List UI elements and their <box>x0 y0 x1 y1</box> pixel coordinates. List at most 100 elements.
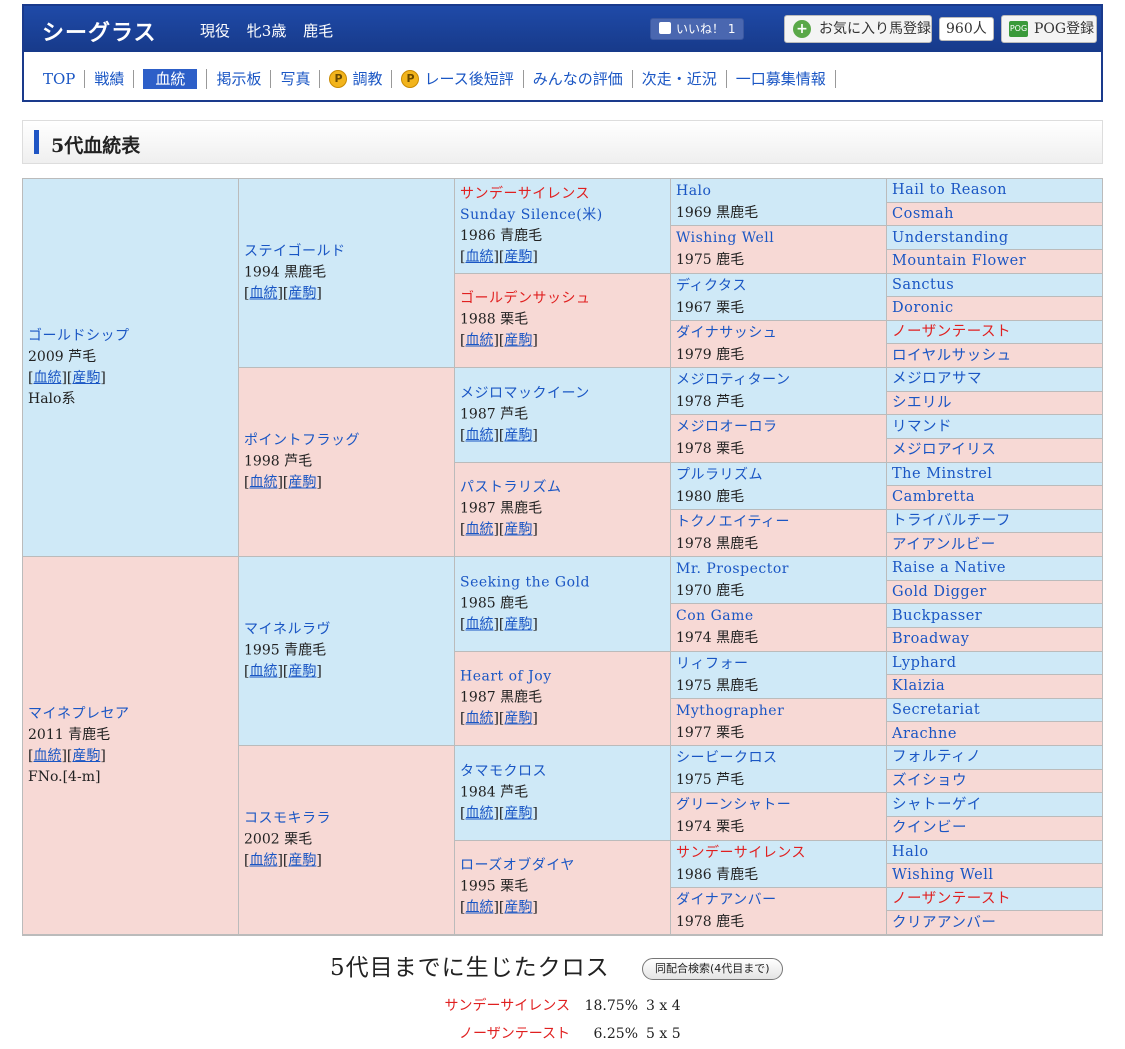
horse-name-link[interactable]: シエリル <box>892 392 1100 414</box>
horse-name-link[interactable]: トライバルチーフ <box>892 510 1100 532</box>
nav-top[interactable]: TOP <box>34 70 86 88</box>
horse-name-link[interactable]: ゴールドシップ <box>28 326 236 347</box>
pedigree-link[interactable]: 血統 <box>465 616 493 632</box>
horse-name-link[interactable]: マイネプレセア <box>28 704 236 725</box>
offspring-link[interactable]: 産駒 <box>504 427 532 443</box>
horse-name-link[interactable]: クリアアンバー <box>892 912 1100 934</box>
horse-name-link[interactable]: ローズオブダイヤ <box>460 856 668 877</box>
same-mating-search-button[interactable]: 同配合検索(4代目まで) <box>642 958 783 980</box>
horse-name-link[interactable]: メジロオーロラ <box>676 416 884 438</box>
horse-name-link[interactable]: Broadway <box>892 628 1100 650</box>
horse-name-link[interactable]: Mr. Prospector <box>676 558 884 580</box>
horse-name-link[interactable]: The Minstrel <box>892 463 1100 485</box>
offspring-link[interactable]: 産駒 <box>504 805 532 821</box>
horse-name-link[interactable]: タマモクロス <box>460 761 668 782</box>
horse-name-link[interactable]: Wishing Well <box>892 864 1100 886</box>
nav-race-comment[interactable]: P レース後短評 <box>392 70 524 88</box>
horse-name-link[interactable]: Cosmah <box>892 203 1100 225</box>
favorite-register-button[interactable]: + お気に入り馬登録 <box>784 15 932 43</box>
offspring-link[interactable]: 産駒 <box>504 249 532 265</box>
horse-name-link[interactable]: サンデーサイレンス <box>676 842 884 864</box>
horse-name-link[interactable]: ダイナアンバー <box>676 889 884 911</box>
horse-name-link[interactable]: ポイントフラッグ <box>244 431 452 452</box>
offspring-link[interactable]: 産駒 <box>504 900 532 916</box>
horse-name-link[interactable]: Arachne <box>892 723 1100 745</box>
horse-name-link[interactable]: Raise a Native <box>892 557 1100 579</box>
horse-name-link[interactable]: Seeking the Gold <box>460 572 668 593</box>
horse-name-link[interactable]: Doronic <box>892 297 1100 319</box>
horse-name-link[interactable]: メジロマックイーン <box>460 383 668 404</box>
horse-name-link[interactable]: ステイゴールド <box>244 242 452 263</box>
horse-name-link[interactable]: フォルティノ <box>892 746 1100 768</box>
horse-name-link[interactable]: Halo <box>892 841 1100 863</box>
pog-register-button[interactable]: POG POG登録 <box>1001 15 1097 43</box>
horse-name-link[interactable]: Cambretta <box>892 486 1100 508</box>
horse-name-link[interactable]: トクノエイティー <box>676 511 884 533</box>
horse-name-link[interactable]: サンデーサイレンス <box>460 184 668 205</box>
pedigree-link[interactable]: 血統 <box>465 249 493 265</box>
nav-results[interactable]: 戦績 <box>85 70 135 88</box>
nav-offer-info[interactable]: 一口募集情報 <box>727 70 836 88</box>
offspring-link[interactable]: 産駒 <box>72 748 100 764</box>
cross-horse-name[interactable]: ノーザンテースト <box>410 1024 570 1044</box>
pedigree-link[interactable]: 血統 <box>465 333 493 349</box>
nav-training[interactable]: P 調教 <box>320 70 393 88</box>
horse-name-link[interactable]: メジロアサマ <box>892 368 1100 390</box>
pedigree-link[interactable]: 血統 <box>249 664 277 680</box>
horse-name-link[interactable]: Understanding <box>892 227 1100 249</box>
pedigree-link[interactable]: 血統 <box>465 711 493 727</box>
pedigree-link[interactable]: 血統 <box>249 286 277 302</box>
horse-name-link[interactable]: クインビー <box>892 817 1100 839</box>
horse-name-link[interactable]: パストラリズム <box>460 478 668 499</box>
offspring-link[interactable]: 産駒 <box>288 475 316 491</box>
horse-name-link[interactable]: Con Game <box>676 605 884 627</box>
horse-name-link[interactable]: Heart of Joy <box>460 667 668 688</box>
horse-name-link[interactable]: コスモキララ <box>244 809 452 830</box>
horse-name-link[interactable]: ディクタス <box>676 275 884 297</box>
nav-review[interactable]: みんなの評価 <box>524 70 633 88</box>
nav-next-race[interactable]: 次走・近況 <box>633 70 727 88</box>
pedigree-link[interactable]: 血統 <box>465 900 493 916</box>
offspring-link[interactable]: 産駒 <box>504 333 532 349</box>
horse-name-link[interactable]: Hail to Reason <box>892 179 1100 201</box>
horse-name-link[interactable]: リマンド <box>892 416 1100 438</box>
offspring-link[interactable]: 産駒 <box>72 370 100 386</box>
horse-name-link[interactable]: Halo <box>676 180 884 202</box>
horse-name-link[interactable]: メジロアイリス <box>892 439 1100 461</box>
horse-name-link[interactable]: Sanctus <box>892 274 1100 296</box>
horse-name-link[interactable]: Mythographer <box>676 700 884 722</box>
horse-name-link[interactable]: グリーンシャトー <box>676 794 884 816</box>
pedigree-link[interactable]: 血統 <box>465 805 493 821</box>
horse-name-link[interactable]: シービークロス <box>676 747 884 769</box>
horse-name-link[interactable]: プルラリズム <box>676 464 884 486</box>
horse-name-link[interactable]: Lyphard <box>892 652 1100 674</box>
pedigree-link[interactable]: 血統 <box>33 748 61 764</box>
horse-name-link[interactable]: Gold Digger <box>892 581 1100 603</box>
horse-name-link[interactable]: ダイナサッシュ <box>676 322 884 344</box>
offspring-link[interactable]: 産駒 <box>288 664 316 680</box>
nav-pedigree[interactable]: 血統 <box>134 69 208 89</box>
pedigree-link[interactable]: 血統 <box>249 853 277 869</box>
cross-horse-name[interactable]: サンデーサイレンス <box>410 996 570 1016</box>
horse-name-link[interactable]: ノーザンテースト <box>892 888 1100 910</box>
horse-name-link[interactable]: Mountain Flower <box>892 250 1100 272</box>
horse-name-link[interactable]: シャトーゲイ <box>892 794 1100 816</box>
like-button[interactable]: いいね！ 1 <box>650 18 745 40</box>
offspring-link[interactable]: 産駒 <box>288 286 316 302</box>
horse-name-link[interactable]: ゴールデンサッシュ <box>460 289 668 310</box>
horse-name-link[interactable]: Buckpasser <box>892 605 1100 627</box>
horse-name-link[interactable]: ズイショウ <box>892 770 1100 792</box>
offspring-link[interactable]: 産駒 <box>504 616 532 632</box>
offspring-link[interactable]: 産駒 <box>504 711 532 727</box>
pedigree-link[interactable]: 血統 <box>33 370 61 386</box>
horse-name-link[interactable]: ノーザンテースト <box>892 321 1100 343</box>
offspring-link[interactable]: 産駒 <box>504 522 532 538</box>
pedigree-link[interactable]: 血統 <box>465 427 493 443</box>
nav-photo[interactable]: 写真 <box>271 70 321 88</box>
horse-name-link[interactable]: ロイヤルサッシュ <box>892 345 1100 367</box>
horse-name-link[interactable]: Klaizia <box>892 675 1100 697</box>
nav-board[interactable]: 掲示板 <box>207 70 272 88</box>
horse-name-link[interactable]: Wishing Well <box>676 227 884 249</box>
pedigree-link[interactable]: 血統 <box>465 522 493 538</box>
horse-english-name-link[interactable]: Sunday Silence(米) <box>460 205 668 226</box>
